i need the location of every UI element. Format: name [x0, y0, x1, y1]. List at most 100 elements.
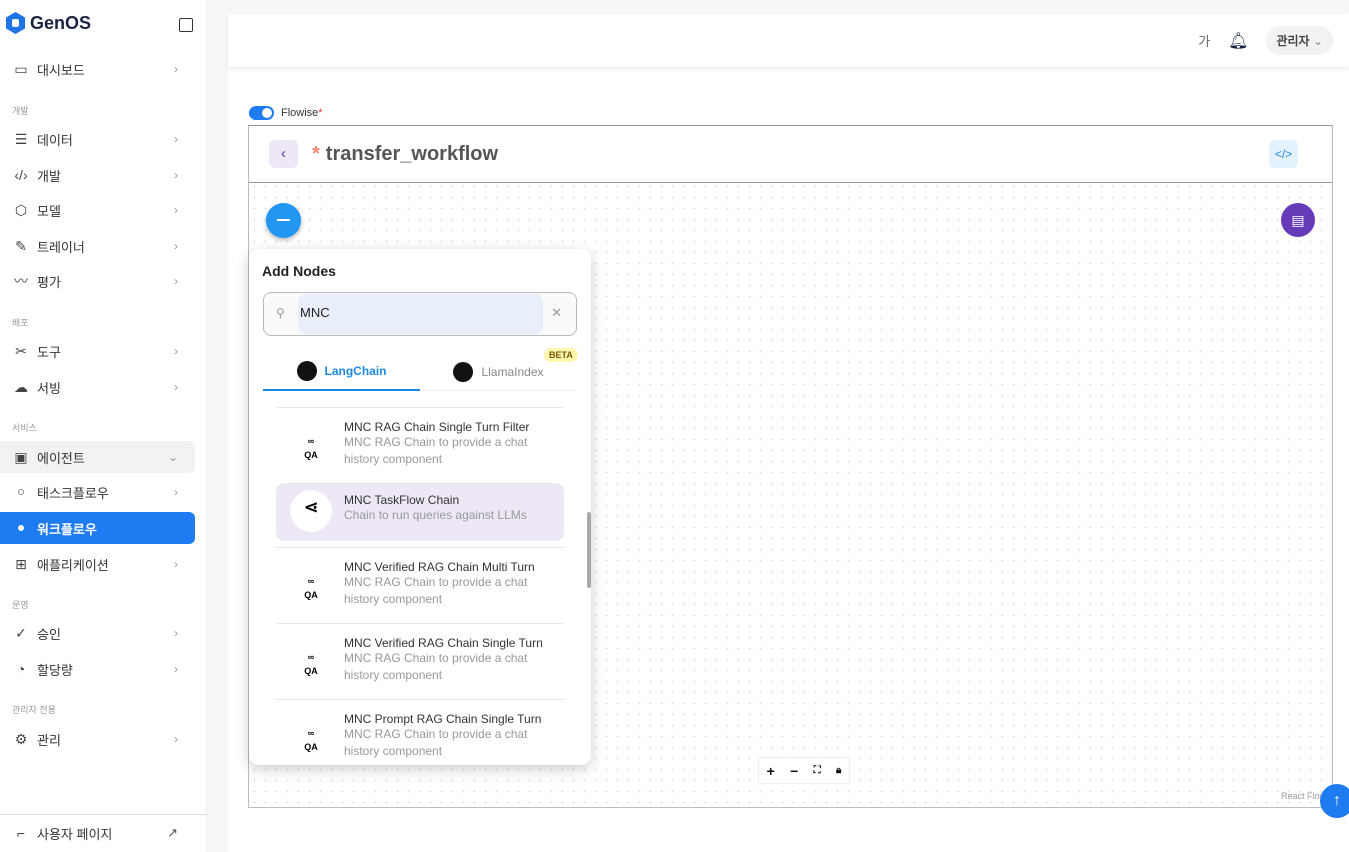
font-size-button[interactable]: 가: [1198, 31, 1210, 50]
scroll-top-button[interactable]: ↑: [1320, 784, 1349, 818]
chevron-down-icon: ⌄: [167, 450, 178, 464]
sidebar-item-admin[interactable]: ⚙ 관리 ›: [0, 723, 195, 755]
section-label: 관리자 전용: [12, 705, 56, 715]
node-name: MNC Prompt RAG Chain Single Turn: [344, 712, 542, 726]
user-page-link[interactable]: ⌐ 사용자 페이지 ↗: [0, 817, 195, 849]
list-item[interactable]: ⋖ MNC TaskFlow Chain Chain to run queries …: [276, 483, 564, 541]
search-field[interactable]: ⚲ ✕: [263, 292, 577, 336]
list-item[interactable]: ∞ QA MNC Verified RAG Chain Single Turn MNC…: [276, 623, 564, 699]
qa-chain-icon: ∞ QA: [290, 718, 332, 760]
sidebar-item-dashboard[interactable]: ▭ 대시보드 ›: [0, 53, 195, 85]
sidebar: GenOS ▭ 대시보드 › 개발 ☰ 데이터 › ‹/› 개발 › ⬡ 모델 › ✎ 트레이너 ›…: [0, 0, 207, 852]
chevron-right-icon: ›: [174, 485, 178, 499]
sidebar-item-dev[interactable]: ‹/› 개발 ›: [0, 159, 195, 191]
brand-name: GenOS: [30, 12, 92, 33]
label: 사용자 페이지: [37, 826, 113, 842]
parrot-icon: [296, 361, 317, 381]
list-item[interactable]: ∞ QA MNC Verified RAG Chain Multi Turn MNC …: [276, 547, 564, 623]
label: 서빙: [37, 380, 61, 396]
node-desc: Chain to run queries against LLMs: [344, 508, 527, 522]
label: 태스크플로우: [37, 485, 109, 501]
close-add-nodes-button[interactable]: [266, 203, 301, 238]
user-menu[interactable]: 관리자 ⌄: [1266, 26, 1333, 55]
search-input[interactable]: [300, 305, 530, 320]
genos-logo-icon: [6, 12, 25, 34]
tools-icon: ✂: [15, 343, 27, 359]
sidebar-item-serving[interactable]: ☁ 서빙 ›: [0, 371, 195, 403]
workflow-title[interactable]: * transfer_workflow: [312, 143, 498, 166]
chevron-right-icon: ›: [174, 239, 178, 253]
chevron-right-icon: ›: [174, 203, 178, 217]
chevron-right-icon: ›: [174, 344, 178, 358]
flowise-label: Flowise*: [281, 107, 323, 119]
sidebar-item-trainer[interactable]: ✎ 트레이너 ›: [0, 230, 195, 262]
canvas-controls: + − ⛶ 🔒︎: [759, 758, 849, 783]
cloud-icon: ☁: [14, 379, 28, 395]
qa-chain-icon: ∞ QA: [290, 566, 332, 608]
collapse-sidebar-icon[interactable]: [179, 18, 193, 32]
label: 트레이너: [37, 239, 85, 255]
list-item[interactable]: ∞ QA MNC Prompt RAG Chain Single Turn MNC R…: [276, 699, 564, 765]
llama-icon: [453, 361, 474, 382]
label: LangChain: [324, 364, 387, 378]
code-icon[interactable]: </>: [1269, 140, 1298, 168]
label: 워크플로우: [37, 521, 97, 537]
label: 관리: [37, 732, 61, 748]
check-icon: ✓: [15, 625, 27, 641]
bell-icon[interactable]: 🔔︎: [1228, 31, 1248, 51]
label: 할당량: [37, 662, 73, 678]
sidebar-item-tools[interactable]: ✂ 도구 ›: [0, 335, 195, 367]
sidebar-item-taskflow[interactable]: 태스크플로우 ›: [0, 476, 195, 508]
lock-icon[interactable]: 🔒︎: [836, 765, 841, 776]
flowise-toggle[interactable]: [249, 106, 274, 120]
qa-chain-icon: ∞ QA: [290, 642, 332, 684]
sidebar-item-data[interactable]: ☰ 데이터 ›: [0, 123, 195, 155]
chevron-right-icon: ›: [174, 62, 178, 76]
cube-icon: ⬡: [14, 202, 28, 218]
sidebar-item-approval[interactable]: ✓ 승인 ›: [0, 617, 195, 649]
external-link-icon: ↗: [167, 825, 178, 840]
tab-langchain[interactable]: LangChain: [263, 353, 420, 391]
clear-icon[interactable]: ✕: [551, 305, 562, 321]
chat-icon[interactable]: ▤: [1281, 203, 1315, 237]
database-icon: ☰: [14, 131, 28, 147]
add-nodes-panel: Add Nodes ⚲ ✕ LangChain LlamaIndex BETA …: [249, 249, 591, 765]
user-name: 관리자: [1276, 34, 1310, 48]
bullet-icon: [18, 489, 24, 495]
fit-view-icon[interactable]: ⛶: [814, 765, 821, 776]
sidebar-item-workflow[interactable]: 워크플로우: [0, 512, 195, 544]
node-desc: MNC RAG Chain to provide a chat history …: [344, 435, 528, 466]
scrollbar[interactable]: [587, 512, 591, 588]
zoom-out-icon[interactable]: −: [790, 763, 798, 779]
list-item[interactable]: ∞ QA MNC RAG Chain Single Turn Filter MNC R…: [276, 407, 564, 483]
label: LlamaIndex: [481, 364, 544, 379]
zoom-in-icon[interactable]: +: [767, 763, 775, 779]
sidebar-item-quota[interactable]: ◔ 할당량 ›: [0, 653, 195, 685]
canvas-header: ‹ * transfer_workflow </>: [249, 126, 1332, 183]
node-name: MNC RAG Chain Single Turn Filter: [344, 420, 530, 434]
back-button[interactable]: ‹: [269, 140, 298, 168]
chat-screen-icon: ⌐: [16, 825, 26, 841]
apps-icon: ⊞: [15, 556, 27, 572]
label: 승인: [37, 626, 61, 642]
node-list: ∞ QA MNC RAG Chain Single Turn Filter MNC R…: [276, 407, 564, 765]
qa-chain-icon: ∞ QA: [290, 426, 332, 468]
sidebar-item-model[interactable]: ⬡ 모델 ›: [0, 194, 195, 226]
node-name: MNC Verified RAG Chain Single Turn: [344, 636, 543, 650]
sidebar-item-eval[interactable]: 〰 평가 ›: [0, 265, 195, 297]
sidebar-item-agent[interactable]: ▣ 에이전트 ⌄: [0, 441, 195, 473]
pie-icon: ◔: [16, 661, 26, 677]
logo[interactable]: GenOS: [6, 12, 91, 34]
chart-line-icon: 〰: [14, 273, 28, 289]
sidebar-item-apps[interactable]: ⊞ 애플리케이션 ›: [0, 548, 195, 580]
node-desc: MNC RAG Chain to provide a chat history …: [344, 727, 528, 758]
search-icon: ⚲: [276, 306, 285, 320]
label: 모델: [37, 203, 61, 219]
chevron-right-icon: ›: [174, 557, 178, 571]
top-header: 가 🔔︎ 관리자 ⌄: [228, 14, 1349, 67]
section-label: 운영: [12, 600, 29, 610]
section-label: 개발: [12, 106, 29, 116]
chevron-right-icon: ›: [174, 662, 178, 676]
node-name: MNC Verified RAG Chain Multi Turn: [344, 560, 535, 574]
gear-icon: ⚙: [14, 731, 28, 747]
